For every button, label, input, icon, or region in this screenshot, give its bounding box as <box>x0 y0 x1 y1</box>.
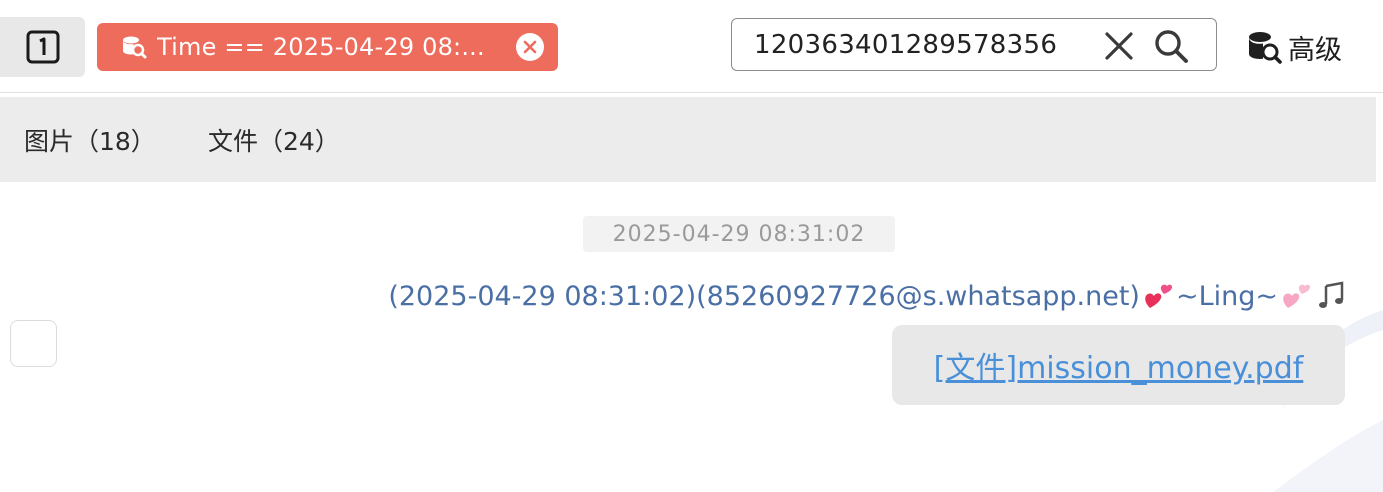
toolbar-divider <box>0 92 1383 93</box>
message-sender-line: (2025-04-29 08:31:02)(85260927726@s.what… <box>388 275 1350 317</box>
two-hearts-emoji <box>1283 284 1311 308</box>
sender-name: ~Ling~ <box>1175 280 1278 312</box>
database-search-icon <box>1249 32 1282 64</box>
tab-images[interactable]: 图片（18） <box>24 97 156 182</box>
numbered-square-1-icon <box>26 30 59 64</box>
filter-chip-label: Time == 2025-04-29 08:... <box>157 33 485 61</box>
sender-text: (2025-04-29 08:31:02)(85260927726@s.what… <box>388 280 1140 312</box>
advanced-search-label: 高级 <box>1288 34 1342 66</box>
message-bubble: [文件]mission_money.pdf <box>892 325 1345 405</box>
search-box <box>731 18 1217 71</box>
toolbar: Time == 2025-04-29 08:... 12036340128957… <box>0 9 1383 79</box>
tab-files[interactable]: 文件（24） <box>208 97 340 182</box>
database-search-icon <box>121 34 147 60</box>
close-icon[interactable] <box>1104 31 1134 61</box>
media-tabs: 图片（18） 文件（24） <box>0 97 1376 182</box>
file-link[interactable]: [文件]mission_money.pdf <box>934 343 1304 387</box>
search-input[interactable] <box>754 29 1094 60</box>
search-icon[interactable] <box>1153 28 1189 64</box>
advanced-search-button[interactable]: 高级 <box>1246 27 1342 67</box>
message-select-checkbox[interactable] <box>10 320 57 367</box>
index-button[interactable] <box>0 17 85 77</box>
close-circle-icon[interactable] <box>516 33 544 61</box>
two-hearts-emoji <box>1145 284 1173 308</box>
chat-viewer-page: Time == 2025-04-29 08:... 12036340128957… <box>0 0 1383 492</box>
musical-notes-emoji <box>1319 281 1344 308</box>
message-timestamp: 2025-04-29 08:31:02 <box>583 216 895 252</box>
filter-chip[interactable]: Time == 2025-04-29 08:... <box>97 23 558 71</box>
